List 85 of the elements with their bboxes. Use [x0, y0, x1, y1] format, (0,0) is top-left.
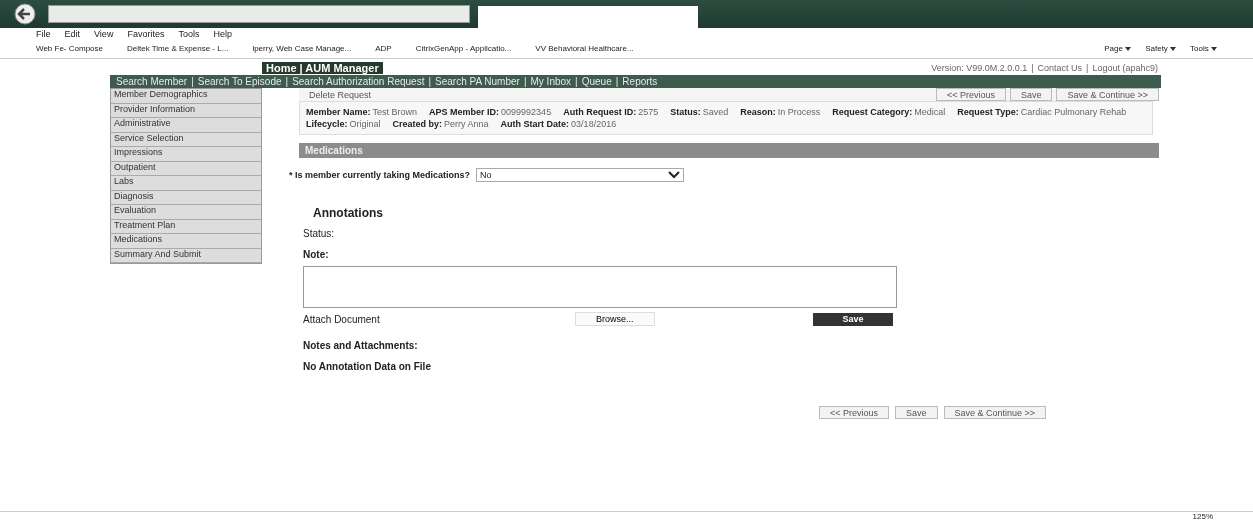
caret-icon [1211, 47, 1217, 51]
version-text: Version: V99.0M.2.0.0.1 [931, 63, 1028, 73]
favorite-link[interactable]: lperry, Web Case Manage... [252, 44, 352, 56]
menu-item[interactable]: Tools [178, 29, 200, 41]
sidebar-item[interactable]: Member Demographics [111, 89, 261, 104]
header-link[interactable]: Contact Us [1037, 63, 1083, 73]
nav-link[interactable]: Queue [581, 76, 612, 87]
browse-button[interactable]: Browse... [574, 312, 655, 326]
notes-title: Notes and Attachments: [303, 340, 419, 351]
toolbar-button[interactable]: << Previous [935, 88, 1006, 101]
separator-text: | [285, 76, 289, 87]
command-menu[interactable]: Tools [1190, 44, 1217, 56]
separator-text: | [428, 76, 432, 87]
field-value: Cardiac Pulmonary Rehab [1020, 107, 1127, 117]
field-value: Original [349, 119, 381, 129]
toolbar-button[interactable]: Save & Continue >> [1056, 88, 1159, 101]
nav-link[interactable]: Search Member [116, 76, 188, 87]
field-value: In Process [777, 107, 821, 117]
field-label: Created by: [392, 119, 443, 129]
command-menu[interactable]: Page [1104, 44, 1132, 56]
separator-text: | [575, 76, 578, 87]
field-label: Reason: [740, 107, 776, 117]
sidebar-item[interactable]: Administrative [111, 118, 261, 133]
medications-dropdown[interactable]: No [476, 168, 685, 182]
attach-label: Attach Document [303, 313, 380, 325]
nav-link[interactable]: Reports [622, 76, 658, 87]
favorite-link[interactable]: ADP [375, 44, 392, 56]
nav-link[interactable]: Search Authorization Request [292, 76, 425, 87]
menu-item[interactable]: File [36, 29, 51, 41]
separator-text: | [1031, 63, 1034, 73]
separator-text: | [1086, 63, 1089, 73]
annotations-title: Annotations [313, 206, 384, 220]
sidebar-item[interactable]: Medications [111, 234, 261, 249]
field-label: Auth Start Date: [500, 119, 570, 129]
save-button[interactable]: Save [813, 312, 893, 326]
nav-link[interactable]: Search To Episode [197, 76, 282, 87]
address-bar[interactable] [48, 5, 470, 23]
header-link[interactable]: Logout (apahc9) [1092, 63, 1158, 73]
empty-message: No Annotation Data on File [303, 361, 432, 372]
sidebar-item[interactable]: Labs [111, 176, 261, 191]
menu-item[interactable]: Edit [64, 29, 81, 41]
command-menu[interactable]: Safety [1145, 44, 1177, 56]
field-value: 03/18/2016 [571, 119, 617, 129]
favorite-link[interactable]: Deltek Time & Expense - L... [127, 44, 229, 56]
field-label: Lifecycle: [306, 119, 348, 129]
zoom-level[interactable]: 125% [1192, 512, 1213, 524]
separator-text: | [615, 76, 619, 87]
field-label: APS Member ID: [429, 107, 500, 117]
toolbar-button[interactable]: Save [1009, 88, 1053, 101]
sidebar-item[interactable]: Impressions [111, 147, 261, 162]
question-label: * Is member currently taking Medications? [289, 170, 471, 180]
chevron-icon [668, 171, 681, 179]
note-label: Note: [303, 249, 330, 260]
menu-item[interactable]: Favorites [127, 29, 165, 41]
favorite-link[interactable]: Web Fe- Compose [36, 44, 103, 56]
menu-item[interactable]: Help [213, 29, 232, 41]
field-label: Status: [670, 107, 701, 117]
field-label: Auth Request ID: [563, 107, 637, 117]
field-value: 0099992345 [501, 107, 552, 117]
app-title[interactable]: Home | AUM Manager [262, 62, 383, 74]
delete-button[interactable]: Delete Request [299, 88, 382, 101]
field-value: Test Brown [372, 107, 418, 117]
menu-item[interactable]: View [94, 29, 114, 41]
favorite-link[interactable]: VV Behavioral Healthcare... [535, 44, 634, 56]
nav-link[interactable]: My Inbox [530, 76, 572, 87]
caret-icon [1125, 47, 1132, 51]
sidebar-item[interactable]: Evaluation [111, 205, 261, 220]
field-value: 2575 [638, 107, 659, 117]
note-field[interactable] [303, 266, 897, 308]
caret-icon [1170, 47, 1177, 51]
field-value: Perry Anna [444, 119, 489, 129]
separator-text: | [523, 76, 527, 87]
favorite-link[interactable]: CitrixGenApp - Applicatio... [415, 44, 512, 56]
footer-button[interactable]: Save & Continue >> [943, 406, 1047, 419]
nav-link[interactable]: Search PA Number [435, 76, 520, 87]
field-label: Request Category: [832, 107, 913, 117]
field-label: Member Name: [306, 107, 371, 117]
footer-button[interactable]: Save [895, 406, 938, 419]
field-value: Saved [702, 107, 729, 117]
field-value: Medical [914, 107, 946, 117]
section-header: Medications [299, 143, 1159, 158]
field-label: Request Type: [957, 107, 1019, 117]
separator-text: | [191, 76, 194, 87]
status-label: Status: [303, 228, 336, 239]
footer-button[interactable]: << Previous [819, 406, 890, 419]
